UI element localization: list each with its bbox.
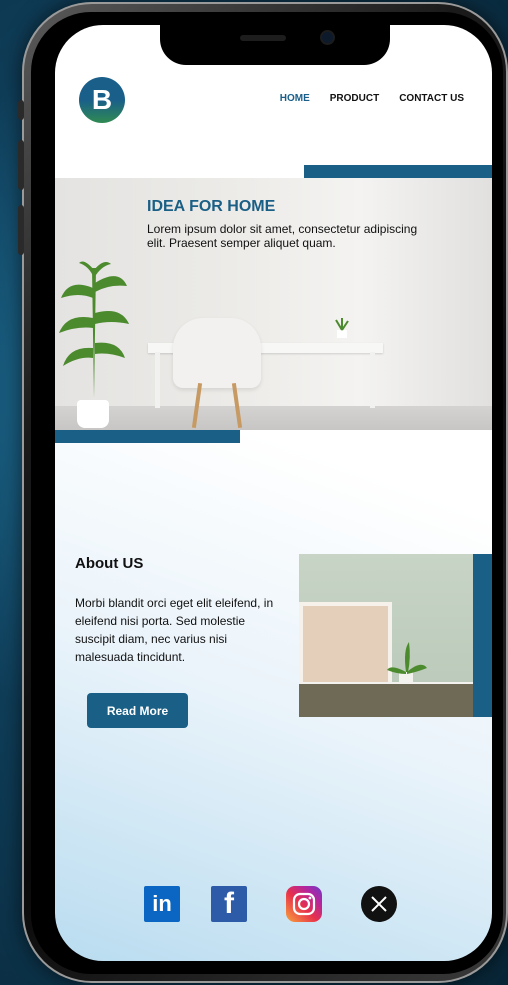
facebook-icon[interactable]: f	[211, 886, 247, 922]
about-image	[299, 554, 474, 717]
desk-leg	[370, 352, 375, 408]
plant-illustration	[59, 261, 129, 398]
instagram-icon[interactable]	[286, 886, 322, 922]
about-title: About US	[75, 555, 144, 572]
volume-down-button	[18, 205, 24, 255]
desk-leg	[155, 352, 160, 408]
read-more-button[interactable]: Read More	[87, 693, 188, 728]
accent-bar-bottom	[55, 430, 240, 443]
accent-bar-top	[304, 165, 492, 178]
phone-screen: B HOME PRODUCT CONTACT US IDEA FOR HOME …	[55, 25, 492, 961]
hero-title: IDEA FOR HOME	[147, 198, 276, 215]
counter-illustration	[299, 684, 474, 717]
hero-banner: IDEA FOR HOME Lorem ipsum dolor sit amet…	[55, 178, 492, 430]
front-camera	[322, 32, 333, 43]
volume-up-button	[18, 140, 24, 190]
plant-illustration	[387, 642, 427, 684]
speaker	[240, 35, 286, 41]
nav-item-home[interactable]: HOME	[280, 93, 310, 104]
x-icon[interactable]	[361, 886, 397, 922]
about-text: Morbi blandit orci eget elit eleifend, i…	[75, 596, 274, 664]
notch	[160, 25, 390, 65]
brand-logo[interactable]: B	[79, 77, 125, 123]
hero-text: Lorem ipsum dolor sit amet, consectetur …	[147, 222, 418, 250]
mute-switch	[18, 100, 24, 120]
shelf-illustration	[299, 602, 392, 690]
nav-item-product[interactable]: PRODUCT	[330, 93, 379, 104]
plant-pot	[77, 400, 109, 428]
hero-floor	[55, 406, 492, 430]
nav-item-contact-us[interactable]: CONTACT US	[399, 93, 464, 104]
linkedin-icon[interactable]: in	[144, 886, 180, 922]
small-plant-illustration	[335, 318, 349, 338]
main-nav: HOME PRODUCT CONTACT US	[280, 93, 464, 104]
chair	[173, 318, 261, 388]
accent-bar-side	[473, 554, 492, 717]
